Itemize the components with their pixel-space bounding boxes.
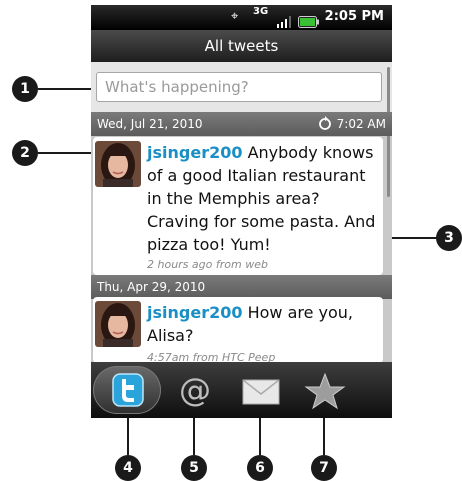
date-text: Wed, Jul 21, 2010 (97, 117, 203, 131)
callout-4-line (127, 412, 129, 455)
tweet-text: jsinger200 How are you, Alisa? (147, 301, 377, 347)
tab-bar: @ (91, 362, 392, 418)
tweet-text: jsinger200 Anybody knows of a good Itali… (147, 141, 377, 256)
date-header: Wed, Jul 21, 2010 7:02 AM (91, 112, 392, 136)
tab-tweets[interactable] (93, 366, 161, 414)
callout-5-line (193, 412, 195, 455)
svg-text:@: @ (179, 371, 211, 409)
date-text: Thu, Apr 29, 2010 (97, 280, 206, 294)
callout-3: 3 (436, 225, 462, 251)
at-sign-icon: @ (179, 371, 211, 409)
twitter-bird-icon (112, 373, 144, 407)
callout-5: 5 (181, 455, 207, 481)
tweet-meta: 2 hours ago from web (147, 258, 268, 271)
callout-2: 2 (12, 140, 38, 166)
tweet-item[interactable]: jsinger200 Anybody knows of a good Itali… (93, 137, 383, 275)
tab-favorites[interactable] (291, 366, 359, 414)
compose-input[interactable]: What's happening? (96, 72, 382, 102)
envelope-icon (242, 379, 280, 405)
callout-1: 1 (12, 76, 38, 102)
status-time: 2:05 PM (324, 9, 384, 24)
callout-6-line (259, 412, 261, 455)
callout-2-line (38, 152, 95, 154)
status-bar: ⌖ 3G 2:05 PM (91, 5, 392, 30)
date-header: Thu, Apr 29, 2010 (91, 275, 392, 299)
star-icon (304, 372, 346, 410)
callout-7-line (323, 412, 325, 455)
gps-icon: ⌖ (231, 9, 239, 24)
phone-screen: ⌖ 3G 2:05 PM All tweets What's happening… (91, 5, 392, 418)
callout-1-line (38, 88, 95, 90)
callout-4: 4 (115, 455, 141, 481)
tweet-item[interactable]: jsinger200 How are you, Alisa? 4:57am fr… (93, 297, 383, 364)
callout-7: 7 (311, 455, 337, 481)
compose-area: What's happening? (91, 62, 392, 112)
avatar[interactable] (95, 301, 141, 347)
tab-mentions[interactable]: @ (161, 366, 229, 414)
date-time: 7:02 AM (336, 117, 386, 131)
avatar[interactable] (95, 141, 141, 187)
tab-direct-messages[interactable] (227, 366, 295, 414)
page-title: All tweets (91, 30, 392, 62)
tweet-username[interactable]: jsinger200 (147, 303, 242, 322)
tweet-username[interactable]: jsinger200 (147, 143, 242, 162)
network-3g-icon: 3G (253, 6, 269, 17)
callout-6: 6 (247, 455, 273, 481)
